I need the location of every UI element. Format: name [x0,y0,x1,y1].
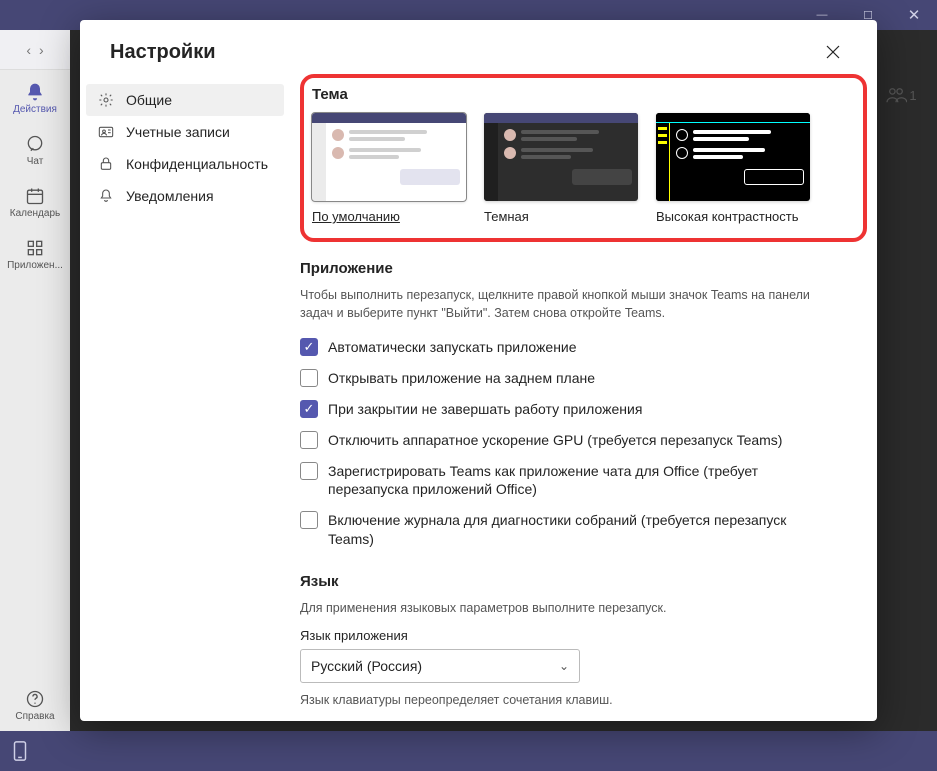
rail-activity[interactable]: Действия [0,72,70,124]
option-auto-start[interactable]: ✓ Автоматически запускать приложение [300,332,820,363]
modal-title: Настройки [110,41,819,64]
forward-button[interactable]: › [39,42,44,58]
rail-help[interactable]: Справка [0,679,70,731]
rail-chat-label: Чат [27,156,44,167]
checkbox-meeting-logging[interactable] [300,511,318,529]
sidebar-item-label: Конфиденциальность [126,156,268,172]
theme-option-default[interactable]: По умолчанию [312,113,466,224]
help-icon [25,689,45,709]
settings-sidebar: Общие Учетные записи Конфиденциальность … [80,74,290,721]
lock-icon [98,156,116,172]
sidebar-item-label: Учетные записи [126,124,230,140]
option-meeting-logging[interactable]: Включение журнала для диагностики собран… [300,505,820,555]
bell-icon [25,82,45,102]
language-section: Язык Для применения языковых параметров … [300,573,867,707]
option-keep-running-on-close[interactable]: ✓ При закрытии не завершать работу прило… [300,394,820,425]
calendar-icon [25,186,45,206]
theme-highlight: Тема По умолчанию [300,74,867,242]
apps-icon [25,238,45,258]
rail-calendar-label: Календарь [10,208,60,219]
theme-preview-high-contrast [656,113,810,201]
settings-modal: Настройки Общие Учетные записи [80,20,877,721]
option-label: Включение журнала для диагностики собран… [328,511,820,549]
chevron-down-icon: ⌄ [559,659,569,673]
language-heading: Язык [300,573,867,590]
rail-activity-label: Действия [13,104,57,115]
close-button[interactable] [819,40,847,64]
sidebar-item-label: Общие [126,92,172,108]
window-close-button[interactable]: ✕ [891,0,937,30]
meet-now-badge[interactable]: 1 [871,70,931,120]
theme-option-dark[interactable]: Темная [484,113,638,224]
keyboard-language-hint: Язык клавиатуры переопределяет сочетания… [300,693,867,707]
option-disable-gpu[interactable]: Отключить аппаратное ускорение GPU (треб… [300,425,820,456]
theme-option-high-contrast[interactable]: Высокая контрастность [656,113,810,224]
app-language-select[interactable]: Русский (Россия) ⌄ [300,649,580,683]
rail-apps-label: Приложен... [7,260,63,271]
checkbox-auto-start[interactable]: ✓ [300,338,318,356]
badge-count: 1 [909,88,916,103]
checkbox-disable-gpu[interactable] [300,431,318,449]
phone-icon[interactable] [12,740,28,762]
app-rail: Действия Чат Календарь Приложен... Справ… [0,70,70,731]
sidebar-item-label: Уведомления [126,188,214,204]
app-language-label: Язык приложения [300,628,867,643]
theme-label: Темная [484,209,638,224]
option-label: Открывать приложение на заднем плане [328,369,595,388]
theme-preview-dark [484,113,638,201]
option-label: Отключить аппаратное ускорение GPU (треб… [328,431,782,450]
checkbox-open-background[interactable] [300,369,318,387]
app-language-value: Русский (Россия) [311,658,422,674]
sidebar-item-general[interactable]: Общие [86,84,284,116]
id-card-icon [98,124,116,140]
sidebar-item-accounts[interactable]: Учетные записи [86,116,284,148]
footer-bar [0,731,937,771]
back-button[interactable]: ‹ [26,42,31,58]
rail-chat[interactable]: Чат [0,124,70,176]
option-label: При закрытии не завершать работу приложе… [328,400,642,419]
theme-heading: Тема [312,86,855,103]
rail-help-label: Справка [15,711,54,722]
language-hint: Для применения языковых параметров выпол… [300,600,820,618]
rail-calendar[interactable]: Календарь [0,176,70,228]
rail-apps[interactable]: Приложен... [0,228,70,280]
option-label: Зарегистрировать Teams как приложение ча… [328,462,820,500]
sidebar-item-notifications[interactable]: Уведомления [86,180,284,212]
application-section: Приложение Чтобы выполнить перезапуск, щ… [300,260,867,555]
application-heading: Приложение [300,260,867,277]
checkbox-register-office[interactable] [300,462,318,480]
theme-preview-default [312,113,466,201]
option-open-background[interactable]: Открывать приложение на заднем плане [300,363,820,394]
bell-outline-icon [98,188,116,204]
nav-history: ‹ › [0,30,70,70]
sidebar-item-privacy[interactable]: Конфиденциальность [86,148,284,180]
chat-icon [25,134,45,154]
option-register-office-chat[interactable]: Зарегистрировать Teams как приложение ча… [300,456,820,506]
settings-content: Тема По умолчанию [290,74,877,721]
gear-icon [98,92,116,108]
application-hint: Чтобы выполнить перезапуск, щелкните пра… [300,287,820,322]
checkbox-keep-running[interactable]: ✓ [300,400,318,418]
theme-label: Высокая контрастность [656,209,810,224]
theme-label: По умолчанию [312,209,466,224]
option-label: Автоматически запускать приложение [328,338,577,357]
